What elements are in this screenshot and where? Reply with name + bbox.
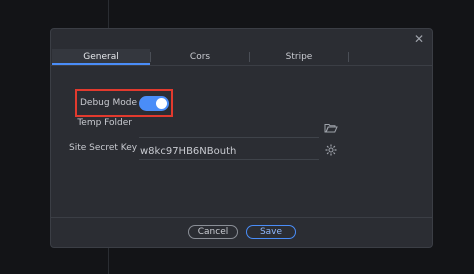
site-secret-key-label: Site Secret Key [69,143,138,153]
toggle-knob [156,98,167,109]
tab-cors[interactable]: Cors [151,49,249,65]
temp-folder-input[interactable] [139,121,319,138]
site-secret-key-input[interactable]: w8kc97HB6NBouth [139,143,319,160]
tab-general[interactable]: General [52,49,150,65]
tab-bar: General Cors Stripe [51,49,432,66]
debug-mode-toggle[interactable] [139,96,169,111]
gear-icon[interactable] [324,143,338,157]
close-icon[interactable]: ✕ [412,32,426,46]
save-button[interactable]: Save [246,225,296,239]
cancel-button[interactable]: Cancel [188,225,238,239]
folder-open-icon[interactable] [324,121,338,135]
footer-divider [51,217,432,218]
tab-stripe[interactable]: Stripe [250,49,348,65]
settings-dialog: ✕ General Cors Stripe Debug Mode Temp Fo… [50,28,433,248]
tab-separator [348,52,349,62]
debug-mode-label: Debug Mode [80,98,137,108]
temp-folder-label: Temp Folder [77,118,132,128]
